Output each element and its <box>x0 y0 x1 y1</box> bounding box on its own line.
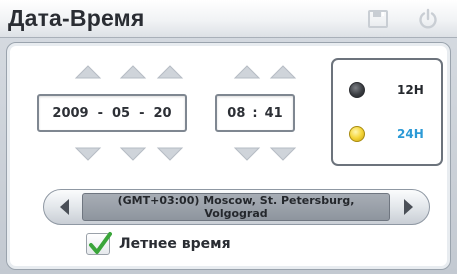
hour-value: 08 <box>227 105 246 121</box>
month-down-arrow-icon[interactable] <box>119 146 147 162</box>
title-bar: Дата-Время <box>0 0 457 38</box>
minute-value: 41 <box>264 105 283 121</box>
timezone-value: (GMT+03:00) Moscow, St. Petersburg, Volg… <box>82 193 390 221</box>
year-up-arrow-icon[interactable] <box>74 64 102 80</box>
power-icon[interactable] <box>417 8 439 30</box>
hour-down-arrow-icon[interactable] <box>233 146 261 162</box>
hour-format-group: 12H 24H <box>331 58 443 166</box>
minute-up-arrow-icon[interactable] <box>269 64 297 80</box>
month-up-arrow-icon[interactable] <box>119 64 147 80</box>
daylight-saving-row: Летнее время <box>86 232 231 256</box>
date-field[interactable]: 2009 - 05 - 20 <box>37 94 187 132</box>
timezone-next-arrow-icon[interactable] <box>403 198 415 216</box>
label-12h[interactable]: 12H <box>397 83 424 97</box>
save-icon[interactable] <box>367 8 389 30</box>
radio-24h[interactable] <box>349 126 365 142</box>
timezone-selector: (GMT+03:00) Moscow, St. Petersburg, Volg… <box>43 189 430 225</box>
time-field[interactable]: 08 : 41 <box>215 94 295 132</box>
hour-up-arrow-icon[interactable] <box>233 64 261 80</box>
day-up-arrow-icon[interactable] <box>156 64 184 80</box>
checkmark-icon <box>89 232 112 254</box>
date-separator: - <box>139 105 145 121</box>
year-value: 2009 <box>52 105 89 121</box>
timezone-prev-arrow-icon[interactable] <box>58 198 70 216</box>
label-24h[interactable]: 24H <box>397 127 424 141</box>
minute-down-arrow-icon[interactable] <box>269 146 297 162</box>
page-title: Дата-Время <box>8 5 145 31</box>
month-value: 05 <box>112 105 131 121</box>
radio-12h[interactable] <box>349 82 365 98</box>
daylight-saving-label: Летнее время <box>119 236 231 252</box>
date-separator: - <box>97 105 103 121</box>
day-down-arrow-icon[interactable] <box>156 146 184 162</box>
daylight-saving-checkbox[interactable] <box>86 232 112 255</box>
time-separator: : <box>252 105 258 121</box>
year-down-arrow-icon[interactable] <box>74 146 102 162</box>
day-value: 20 <box>153 105 172 121</box>
